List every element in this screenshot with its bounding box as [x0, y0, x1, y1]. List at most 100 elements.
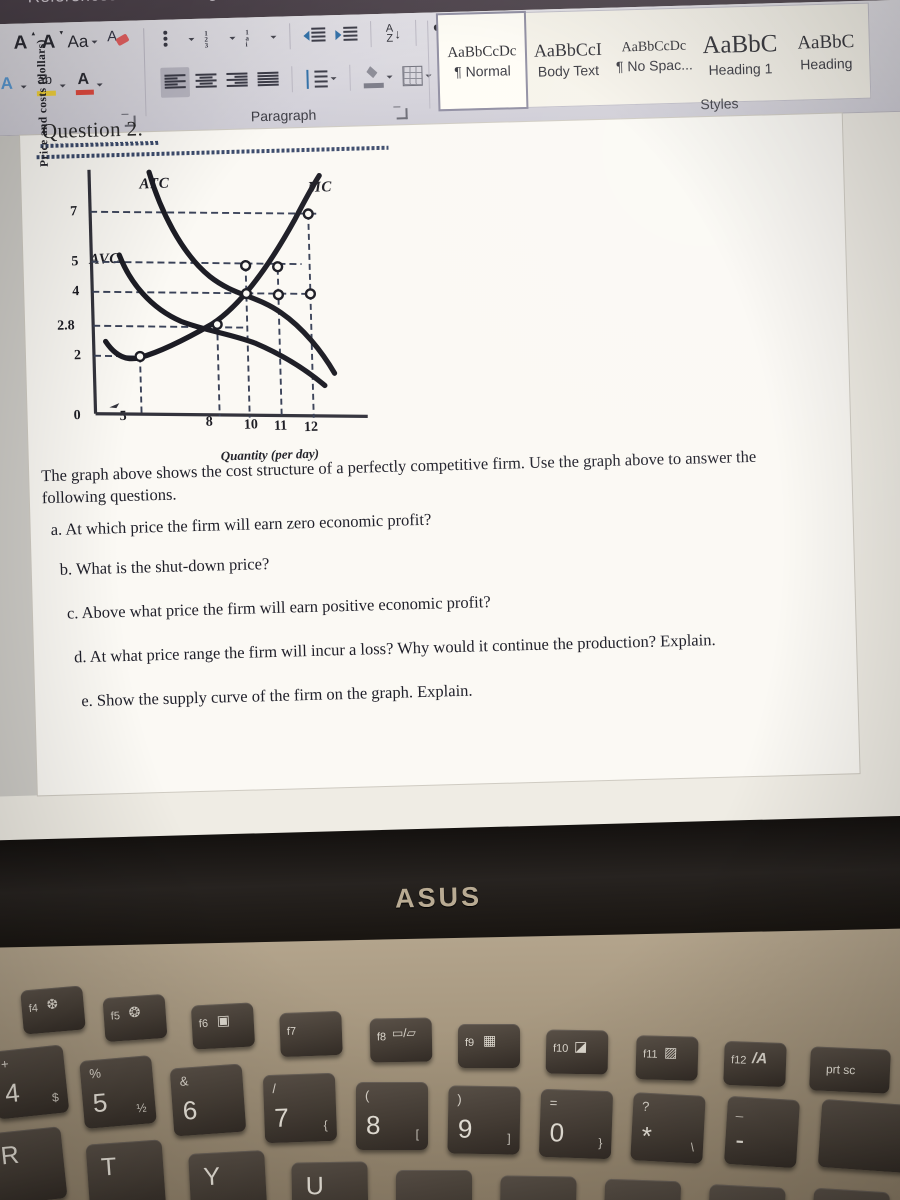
key-minus[interactable]: _ - [723, 1095, 801, 1169]
key-t[interactable]: T [85, 1139, 167, 1200]
style-heading-1-label: Heading 1 [708, 60, 773, 79]
justify-button[interactable] [253, 65, 283, 96]
key-backspace-partial[interactable] [817, 1098, 900, 1174]
borders-icon [402, 65, 423, 87]
increase-indent-icon [335, 26, 358, 45]
increase-indent-button[interactable] [331, 19, 362, 50]
ribbon-group-styles: AaBbCcDc ¶ Normal AaBbCcI Body Text AaBb… [435, 0, 900, 124]
key-i-partial[interactable] [396, 1170, 472, 1200]
point-q10-price5 [240, 260, 252, 272]
ribbon-tab-references[interactable]: References [5, 0, 140, 12]
key-asterisk-main: * [640, 1120, 653, 1152]
key-f6-glyph: ▣ [216, 1011, 231, 1029]
key-5-shift: % [88, 1065, 102, 1082]
sort-button[interactable]: A Z ↓ [380, 18, 407, 49]
key-f4-glyph: ❆ [45, 995, 59, 1013]
align-center-button[interactable] [191, 66, 221, 97]
numbering-icon: 123 [204, 28, 212, 50]
document-heading: Question 2. [41, 116, 144, 144]
key-9[interactable]: ) 9 ] [447, 1085, 521, 1155]
key-8[interactable]: ( 8 [ [356, 1082, 428, 1150]
key-minus-main: - [734, 1124, 746, 1155]
key-f5[interactable]: f5 ❂ [102, 993, 168, 1043]
style-body-text-preview: AaBbCcI [533, 38, 603, 61]
ribbon-tab-review[interactable]: Review [248, 0, 350, 5]
line-spacing-icon [305, 69, 328, 89]
style-heading-2[interactable]: AaBbC Heading [782, 4, 871, 100]
key-6-shift: & [179, 1073, 189, 1089]
paragraph-dialog-launcher[interactable] [396, 108, 408, 120]
key-f11[interactable]: f11 ▨ [635, 1035, 699, 1081]
key-o-partial[interactable] [499, 1175, 577, 1200]
key-r[interactable]: R [0, 1126, 68, 1200]
key-5[interactable]: % 5 ½ [79, 1054, 157, 1130]
key-u[interactable]: U [291, 1161, 369, 1200]
point-q11-upper [272, 261, 284, 273]
key-5-main: 5 [91, 1087, 109, 1119]
style-body-text[interactable]: AaBbCcI Body Text [524, 11, 613, 107]
key-y-main: Y [202, 1162, 221, 1192]
font-color-button[interactable] [71, 69, 107, 100]
line-spacing-button[interactable] [301, 63, 341, 94]
style-normal-label: ¶ Normal [453, 61, 511, 80]
change-case-button[interactable]: Aa [63, 26, 102, 57]
key-u-main: U [305, 1172, 325, 1200]
key-7-shift: / [272, 1080, 277, 1096]
ribbon-tab-mailings[interactable]: Mailings [139, 0, 248, 8]
key-f12[interactable]: f12 /A [723, 1040, 787, 1088]
font-color-icon [75, 74, 94, 96]
grow-font-button[interactable]: A [7, 28, 34, 59]
point-q11-lower [272, 289, 285, 301]
key-f4[interactable]: f4 ❆ [20, 985, 86, 1035]
key-6-main: 6 [181, 1094, 199, 1126]
borders-button[interactable] [398, 60, 436, 91]
align-left-icon [164, 73, 186, 92]
key-bracket-partial[interactable] [706, 1184, 786, 1200]
key-0[interactable]: = 0 } [538, 1088, 614, 1160]
key-0-main: 0 [549, 1117, 565, 1148]
key-6[interactable]: & 6 [169, 1063, 247, 1137]
align-left-button[interactable] [160, 67, 191, 98]
font-size-dropdown-icon[interactable] [0, 29, 6, 60]
bullets-button[interactable] [159, 24, 199, 55]
axis-break-mark [109, 403, 120, 409]
ribbon-tab-view[interactable]: View [349, 0, 431, 3]
key-7-main: 7 [273, 1102, 290, 1133]
key-f8[interactable]: f8 ▭/▱ [369, 1017, 433, 1063]
key-f6[interactable]: f6 ▣ [190, 1002, 256, 1050]
text-effects-button[interactable] [0, 71, 31, 102]
style-heading-2-preview: AaBbC [797, 31, 855, 54]
key-f11-glyph: ▨ [663, 1043, 678, 1061]
key-5-alt: ½ [135, 1100, 148, 1116]
clear-formatting-icon [107, 30, 130, 53]
key-f7[interactable]: f7 [279, 1010, 343, 1058]
key-f11-label: f11 [642, 1048, 658, 1061]
align-right-button[interactable] [222, 65, 252, 96]
multilevel-list-button[interactable]: 1ai [241, 22, 281, 53]
paragraph-group-label: Paragraph [250, 106, 317, 125]
key-p-partial[interactable] [602, 1178, 682, 1200]
decrease-indent-button[interactable] [299, 20, 330, 51]
key-7[interactable]: / 7 { [262, 1072, 338, 1144]
key-prt-sc[interactable]: prt sc [809, 1046, 891, 1094]
key-f9[interactable]: f9 ▦ [458, 1024, 520, 1068]
key-asterisk[interactable]: ? * \ [630, 1092, 706, 1164]
point-mc-min [134, 350, 146, 363]
style-normal[interactable]: AaBbCcDc ¶ Normal [435, 10, 529, 112]
word-document-page[interactable]: Question 2. Price and costs (dollars) Qu… [20, 39, 860, 796]
laptop-screen: ...ctivation Failed) yout References Mai… [0, 0, 900, 904]
style-no-spacing[interactable]: AaBbCcDc ¶ No Spac... [610, 8, 699, 104]
style-heading-1[interactable]: AaBbC Heading 1 [696, 6, 785, 102]
question-b: b. What is the shut-down price? [59, 554, 270, 579]
key-f8-label: f8 [376, 1031, 387, 1044]
key-f4-label: f4 [28, 1002, 39, 1016]
key-0-alt: } [598, 1135, 603, 1150]
key-4[interactable]: + 4 $ [0, 1044, 70, 1120]
key-f10[interactable]: f10 ◪ [545, 1029, 609, 1075]
sort-letter-z: Z [386, 32, 394, 45]
numbering-button[interactable]: 123 [200, 23, 240, 54]
style-heading-2-label: Heading [800, 55, 853, 73]
key-y[interactable]: Y [188, 1150, 268, 1200]
shading-button[interactable] [359, 61, 397, 92]
clear-formatting-button[interactable] [103, 26, 134, 57]
